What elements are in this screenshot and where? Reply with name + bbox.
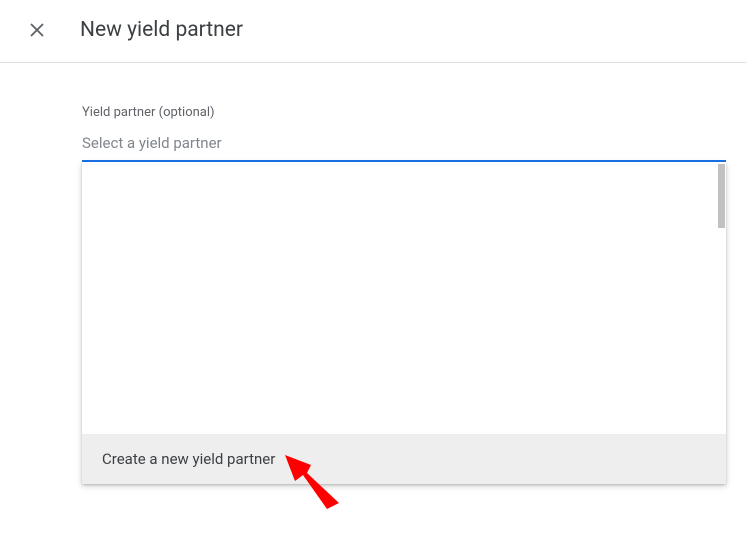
page-title: New yield partner [80, 18, 243, 42]
dialog-content: Yield partner (optional) Select a yield … [0, 63, 746, 162]
field-label: Yield partner (optional) [82, 105, 726, 120]
close-icon[interactable] [28, 21, 46, 39]
scrollbar[interactable] [718, 164, 725, 228]
yield-partner-dropdown: Create a new yield partner [82, 162, 726, 484]
yield-partner-select-wrapper: Select a yield partner Create a new yiel… [82, 130, 726, 162]
create-new-yield-partner-button[interactable]: Create a new yield partner [82, 434, 726, 484]
yield-partner-select[interactable]: Select a yield partner [82, 130, 726, 162]
dropdown-list[interactable] [82, 162, 726, 434]
dialog-header: New yield partner [0, 0, 746, 63]
